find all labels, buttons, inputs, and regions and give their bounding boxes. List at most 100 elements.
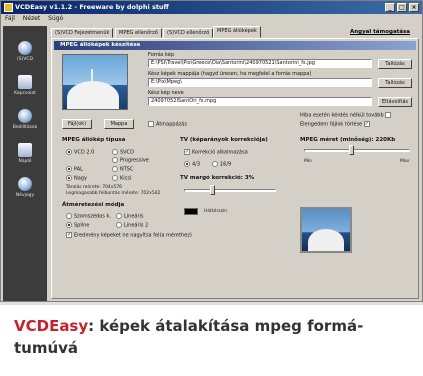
tv-margin-slider-thumb[interactable] [210,185,216,195]
radio-16-9[interactable]: 16/9 [212,161,231,168]
radio-icon [212,161,218,167]
quality-min-label: Min [304,159,312,164]
filename-label: Kész kép neve [148,90,184,96]
radio-icon [66,166,72,172]
clip-icon [18,75,32,89]
background-color-label: Háttérszín [204,209,228,214]
disc-icon [18,41,32,55]
radio-svcd[interactable]: SVCD [112,149,134,156]
window-title: VCDEasy v1.1.2 - Freeware by dolphi stuf… [15,3,169,11]
max-resolution-text: Legmagasabb felbontás mérete: 702x542 [66,191,161,196]
quality-slider[interactable] [304,149,410,152]
menu-help[interactable]: Súgó [48,15,63,22]
menu-view[interactable]: Nézet [23,15,40,22]
radio-icon [184,161,190,167]
article-figure: VCDEasy v1.1.2 - Freeware by dolphi stuf… [0,0,423,376]
figure-caption: VCDEasy: képek átalakítása mpeg formá-tu… [14,315,414,359]
radio-icon [112,166,118,172]
radio-large[interactable]: Nagy [66,175,87,182]
log-icon [18,143,32,157]
radio-4-3[interactable]: 4/3 [184,161,200,168]
radio-icon [116,213,122,219]
main-content: (S)VCD Fejezetmenük MPEG ellenőrző (S)VC… [49,26,422,301]
dome-shape [67,81,119,109]
tab-svcd-checker[interactable]: (S)VCD ellenőrző [163,28,214,38]
filename-input[interactable]: 24097052ISantOri_fs.mpg [148,97,372,106]
radio-icon [66,175,72,181]
radio-icon [66,213,72,219]
close-button[interactable]: × [409,3,419,12]
folder-button[interactable]: Mappa [104,119,134,129]
quality-slider-thumb[interactable] [349,145,355,155]
storage-size-text: Tárolás mérete: 704x576 [66,185,123,190]
radio-vcd[interactable]: VCD 2.0 [66,149,94,156]
radio-ntsc[interactable]: NTSC [112,166,133,173]
background-color-swatch[interactable] [184,208,198,215]
checkbox-icon: ✓ [66,232,72,238]
sidebar-item-label: Napló [18,159,32,164]
sidebar-item-connection[interactable]: Kapcsolat [3,72,47,102]
radio-small[interactable]: Kicsi [112,175,131,182]
app-icon [4,3,13,12]
checkbox-icon: ✓ [363,121,370,127]
sidebar-item-label: Kapcsolat [14,91,36,96]
maximize-button[interactable]: □ [397,3,407,12]
sidebar-item-log[interactable]: Napló [3,140,47,170]
tv-margin-title: TV margó korrekció: 3% [180,175,255,181]
tv-margin-slider[interactable] [184,189,276,192]
radio-icon [116,222,122,228]
radio-pal[interactable]: PAL [66,166,83,173]
caption-accent: VCDEasy [14,317,89,335]
radio-icon [66,149,72,155]
auto-folder-option[interactable]: Átmappázás [148,121,187,128]
checkbox-icon: ✓ [184,149,190,155]
sidebar-item-label: (S)VCD [16,57,34,62]
target-dir-label: Kész képek mappája (hagyd üresen, ha meg… [148,71,312,77]
minimize-button[interactable]: _ [385,3,395,12]
sidebar-item-settings[interactable]: Beállítások [3,106,47,136]
sidebar: (S)VCD Kapcsolat Beállítások Napló Névje… [3,26,47,301]
browse-source-button[interactable]: Tallózás [378,59,412,69]
sidebar-item-about[interactable]: Névjegy [3,174,47,204]
stills-panel: MPEG állóképek készítése Forrás kép E:\P… [51,38,419,299]
radio-icon [112,175,118,181]
support-link[interactable]: Angyal támogatása [350,29,410,35]
continue-on-error-option[interactable]: Hiba esetén kérdés nélkül tovább [300,112,393,119]
sidebar-item-label: Névjegy [15,193,35,198]
radio-linear[interactable]: Lineáris [116,213,144,220]
apply-correction-option[interactable]: ✓ Korrekció alkalmazása [184,149,248,156]
resize-mode-title: Átméretezési módja [62,202,125,208]
target-dir-input[interactable]: E:\Pix\Mpeg\ [148,78,372,87]
source-path-input[interactable]: E:\PSI\Travel\Pix\Greece\Oia\Santorini\2… [148,59,372,68]
files-button[interactable]: Fájl(ok) [62,119,92,129]
caption-area: VCDEasy: képek átalakítása mpeg formá-tu… [0,302,423,376]
radio-progressive[interactable]: Progressive [112,157,149,164]
mpeg-size-title: MPEG méret (minőség): 220Kb [300,137,396,143]
tab-chapter-menus[interactable]: (S)VCD Fejezetmenük [51,28,114,38]
delete-button[interactable]: Eltávolítás [378,97,412,107]
title-bar: VCDEasy v1.1.2 - Freeware by dolphi stuf… [1,1,422,14]
tv-correction-title: TV (képarányok korrekciója) [180,137,268,143]
tab-mpeg-stills[interactable]: MPEG állóképek [213,26,261,38]
no-upscale-option[interactable]: ✓ Eredmény képeket ne nagyítsa fel(a mére… [66,232,192,239]
sidebar-item-svcd[interactable]: (S)VCD [3,38,47,68]
info-icon [18,177,32,191]
menu-file[interactable]: Fájl [5,15,15,22]
dome-shape [308,229,344,251]
checkbox-icon [148,121,154,127]
radio-icon [112,157,118,163]
quality-max-label: Max [400,159,410,164]
settings-icon [18,109,32,123]
source-image-preview [62,54,128,110]
menu-bar: Fájl Nézet Súgó [1,14,422,24]
output-image-preview [300,207,352,253]
delete-files-option[interactable]: Elengedem fájlok törlése ✓ [300,121,372,128]
tab-mpeg-checker[interactable]: MPEG ellenőrző [115,28,162,38]
radio-spline[interactable]: Spline [66,222,89,229]
radio-neighbor[interactable]: Szomszédos k. [66,213,111,220]
radio-icon [112,149,118,155]
browse-target-button[interactable]: Tallózás [378,78,412,88]
source-label: Forrás kép [148,52,175,58]
panel-header: MPEG állóképek készítése [54,41,416,50]
radio-linear2[interactable]: Lineáris 2 [116,222,148,229]
